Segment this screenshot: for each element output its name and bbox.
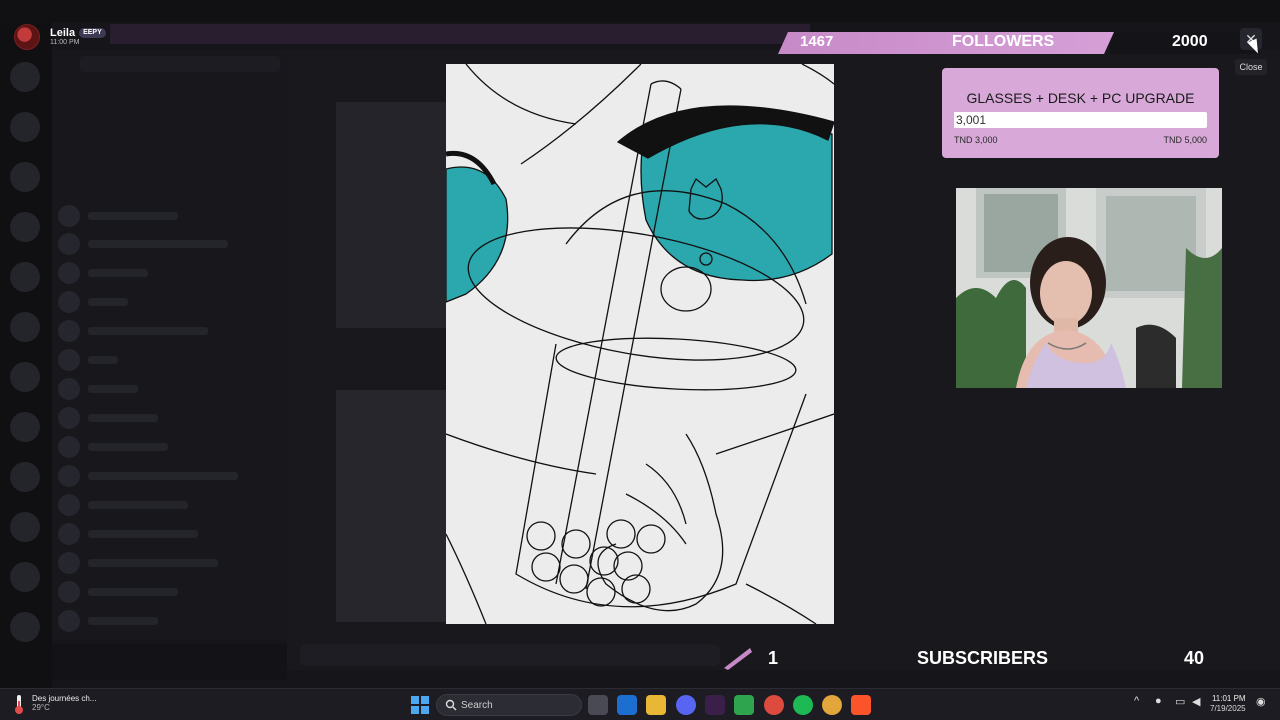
server-icon — [10, 462, 40, 492]
followers-goal: 2000 — [1172, 33, 1208, 50]
followers-label: FOLLOWERS — [952, 33, 1055, 50]
followers-count: 1467 — [800, 33, 834, 50]
goal-max-label: TND 5,000 — [1163, 135, 1207, 145]
server-icon — [10, 262, 40, 292]
list-item — [58, 436, 278, 458]
user-pill: Leila EEPY 11:00 PM — [14, 24, 106, 50]
taskbar-search[interactable]: Search — [436, 694, 582, 716]
drawing-canvas[interactable] — [446, 64, 834, 624]
close-tooltip: Close — [1235, 59, 1267, 75]
volume-icon[interactable]: ◀ — [1192, 695, 1200, 708]
outlook-icon[interactable] — [617, 695, 637, 715]
pen-icon — [722, 644, 754, 675]
network-icon[interactable]: ▭ — [1175, 695, 1185, 708]
tray-chevron-icon[interactable]: ^ — [1134, 695, 1139, 707]
microphone-icon[interactable]: ● — [1155, 695, 1162, 707]
list-item — [58, 291, 278, 313]
weather-temp: 29°C — [32, 703, 50, 712]
dm-search — [80, 56, 280, 72]
subscribers-label: SUBSCRIBERS — [917, 648, 1049, 668]
list-item — [58, 233, 278, 255]
user-bar — [52, 644, 287, 680]
server-icon — [10, 612, 40, 642]
list-item — [58, 262, 278, 284]
server-rail — [0, 22, 52, 688]
spotify-icon[interactable] — [793, 695, 813, 715]
subscribers-count: 1 — [768, 648, 779, 668]
clock-date: 7/19/2025 — [1210, 703, 1246, 713]
webcam-image — [956, 188, 1222, 388]
server-icon — [10, 112, 40, 142]
goal-progress-bar — [954, 112, 1207, 128]
search-label: Search — [461, 700, 493, 711]
weather-widget[interactable]: Des journées ch... 29°C — [12, 693, 96, 715]
goal-amount: 3,001 — [956, 113, 987, 127]
goal-min-label: TND 3,000 — [954, 135, 998, 145]
twitch-icon[interactable] — [705, 695, 725, 715]
list-item — [58, 407, 278, 429]
list-item — [58, 552, 278, 574]
discord-icon[interactable] — [676, 695, 696, 715]
user-time: 11:00 PM — [50, 39, 80, 47]
list-item — [58, 320, 278, 342]
goal-card: GLASSES + DESK + PC UPGRADE 3,001 TND 3,… — [942, 68, 1219, 158]
list-item — [58, 494, 278, 516]
server-icon — [10, 512, 40, 542]
webcam-feed — [956, 188, 1222, 388]
file-explorer-icon[interactable] — [646, 695, 666, 715]
list-item — [58, 581, 278, 603]
taskbar: Des journées ch... 29°C Search ^ ● ▭ ◀ 1… — [0, 688, 1280, 720]
list-item — [58, 610, 278, 632]
chat-image — [336, 102, 446, 328]
goal-title: GLASSES + DESK + PC UPGRADE — [966, 90, 1195, 106]
screen: { "user": { "name": "Leila", "badge": "E… — [0, 0, 1280, 720]
bubble-tea-drawing — [446, 64, 834, 624]
app-icon[interactable] — [734, 695, 754, 715]
server-icon — [10, 312, 40, 342]
clock-time: 11:01 PM — [1211, 694, 1246, 703]
windows-start-icon[interactable] — [410, 695, 430, 715]
chrome-icon[interactable] — [764, 695, 784, 715]
chrome-profile-icon[interactable] — [822, 695, 842, 715]
server-icon — [10, 412, 40, 442]
server-icon — [10, 562, 40, 592]
top-banner — [110, 24, 810, 44]
chat-image — [336, 390, 446, 622]
server-icon — [10, 62, 40, 92]
list-item — [58, 523, 278, 545]
server-icon — [10, 162, 40, 192]
task-view-icon[interactable] — [588, 695, 608, 715]
user-name: Leila — [50, 27, 76, 40]
search-icon — [445, 699, 457, 711]
server-icon — [10, 362, 40, 392]
list-item — [58, 205, 278, 227]
list-item — [58, 349, 278, 371]
list-item — [58, 465, 278, 487]
notification-icon[interactable]: ◉ — [1256, 695, 1266, 708]
list-item — [58, 378, 278, 400]
thermometer-icon — [15, 695, 23, 714]
brave-icon[interactable] — [851, 695, 871, 715]
taskbar-clock[interactable]: 11:01 PM 7/19/2025 — [1210, 694, 1246, 713]
subscribers-goal: 40 — [1184, 648, 1205, 668]
window-titlebar — [0, 0, 1280, 22]
message-composer — [300, 644, 720, 666]
avatar — [14, 24, 40, 50]
user-badge: EEPY — [79, 28, 106, 38]
server-icon — [10, 212, 40, 242]
